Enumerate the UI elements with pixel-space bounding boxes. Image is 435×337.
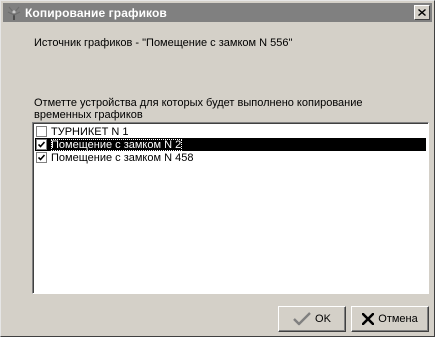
x-icon bbox=[362, 313, 375, 325]
checkmark-icon bbox=[38, 154, 45, 161]
list-item[interactable]: Помещение с замком N 2 bbox=[35, 138, 426, 151]
checkbox[interactable] bbox=[36, 126, 47, 137]
ok-button[interactable]: OK bbox=[278, 306, 346, 332]
checkmark-icon bbox=[293, 312, 311, 326]
list-item-label: ТУРНИКЕТ N 1 bbox=[51, 125, 129, 138]
list-item[interactable]: ТУРНИКЕТ N 1 bbox=[35, 125, 426, 138]
window-title: Копирование графиков bbox=[25, 5, 167, 20]
checkmark-icon bbox=[38, 141, 45, 148]
list-item-label: Помещение с замком N 2 bbox=[51, 138, 183, 151]
checkbox[interactable] bbox=[36, 139, 47, 150]
title-bar[interactable]: Копирование графиков bbox=[3, 3, 432, 22]
instruction-label: Отметте устройства для которых будет вып… bbox=[34, 97, 363, 121]
cancel-button[interactable]: Отмена bbox=[351, 306, 429, 332]
app-icon bbox=[5, 4, 23, 22]
copy-schedules-dialog: Копирование графиков Источник графиков -… bbox=[0, 0, 435, 337]
source-label: Источник графиков - "Помещение с замком … bbox=[34, 37, 293, 49]
close-button[interactable] bbox=[414, 5, 430, 20]
close-icon bbox=[418, 7, 426, 19]
device-listbox[interactable]: ТУРНИКЕТ N 1 Помещение с замком N 2 Поме… bbox=[32, 122, 429, 294]
list-item[interactable]: Помещение с замком N 458 bbox=[35, 151, 426, 164]
list-item-label: Помещение с замком N 458 bbox=[51, 151, 194, 164]
cancel-label: Отмена bbox=[378, 313, 418, 325]
ok-label: OK bbox=[315, 313, 331, 325]
checkbox[interactable] bbox=[36, 152, 47, 163]
